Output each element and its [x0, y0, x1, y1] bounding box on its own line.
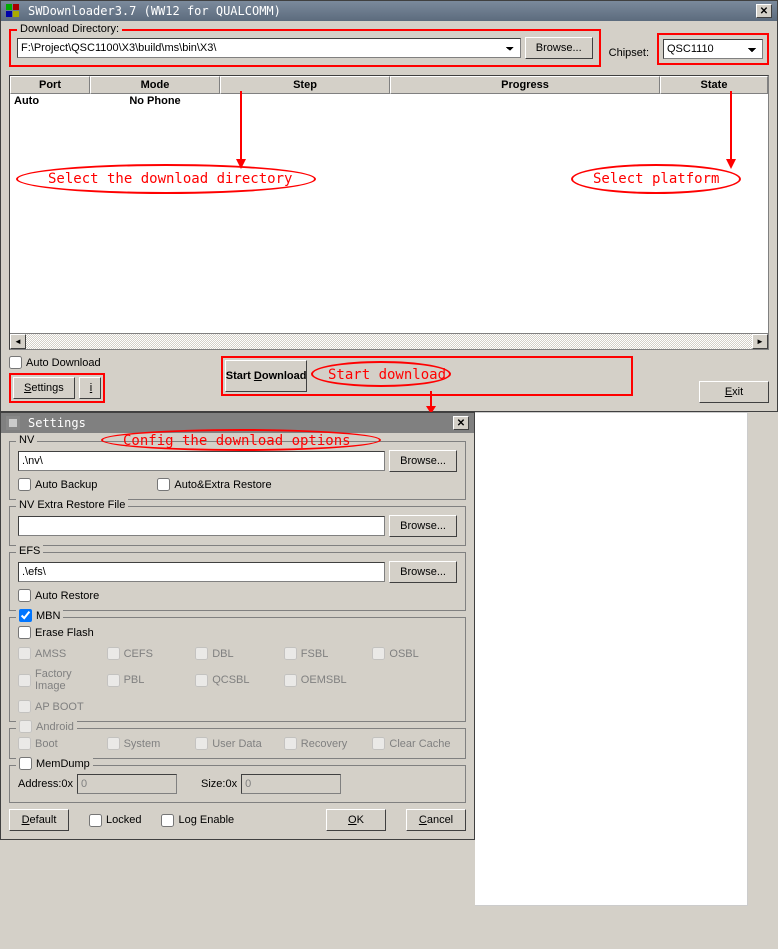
device-table: Port Mode Step Progress State Auto No Ph… [9, 75, 769, 350]
horizontal-scrollbar[interactable]: ◄ ► [10, 333, 768, 349]
default-button[interactable]: Default [9, 809, 69, 831]
settings-icon [6, 416, 20, 430]
download-directory-group: Download Directory: F:\Project\QSC1100\X… [9, 29, 601, 67]
chipset-label: Chipset: [609, 47, 649, 67]
efs-path-input[interactable] [18, 562, 385, 582]
nv-extra-legend: NV Extra Restore File [16, 499, 128, 511]
mbn-pbl-checkbox: PBL [107, 668, 192, 692]
efs-browse-button[interactable]: Browse... [389, 561, 457, 583]
settings-button[interactable]: Settings [13, 377, 75, 399]
col-progress[interactable]: Progress [390, 76, 660, 94]
address-input [77, 774, 177, 794]
android-legend-checkbox: Android [16, 720, 77, 733]
cell-mode: No Phone [90, 94, 220, 108]
start-download-button[interactable]: Start Download [225, 360, 308, 392]
android-system-checkbox: System [107, 737, 192, 750]
nv-group: NV Browse... Auto Backup Auto&Extra Rest… [9, 441, 466, 500]
mbn-factory-checkbox: Factory Image [18, 668, 103, 692]
auto-backup-checkbox[interactable]: Auto Backup [18, 478, 97, 491]
android-group: Android Boot System User Data Recovery C… [9, 728, 466, 759]
locked-checkbox[interactable]: Locked [89, 814, 141, 827]
mbn-apboot-checkbox: AP BOOT [18, 700, 103, 713]
mbn-cefs-checkbox: CEFS [107, 647, 192, 660]
nv-browse-button[interactable]: Browse... [389, 450, 457, 472]
efs-auto-restore-checkbox[interactable]: Auto Restore [18, 589, 99, 602]
mbn-fsbl-checkbox: FSBL [284, 647, 369, 660]
memdump-legend-checkbox[interactable]: MemDump [16, 757, 93, 770]
main-window: SWDownloader3.7 (WW12 for QUALCOMM) ✕ Do… [0, 0, 778, 412]
mbn-amss-checkbox: AMSS [18, 647, 103, 660]
col-mode[interactable]: Mode [90, 76, 220, 94]
download-directory-select[interactable]: F:\Project\QSC1100\X3\build\ms\bin\X3\ [17, 38, 521, 58]
col-port[interactable]: Port [10, 76, 90, 94]
info-button[interactable]: i [79, 377, 101, 399]
auto-extra-restore-checkbox[interactable]: Auto&Extra Restore [157, 478, 271, 491]
android-userdata-checkbox: User Data [195, 737, 280, 750]
scroll-left-icon[interactable]: ◄ [10, 334, 26, 349]
auto-download-checkbox[interactable]: Auto Download [9, 356, 105, 369]
main-titlebar[interactable]: SWDownloader3.7 (WW12 for QUALCOMM) ✕ [1, 1, 777, 21]
close-icon[interactable]: ✕ [756, 4, 772, 18]
memdump-group: MemDump Address:0x Size:0x [9, 765, 466, 803]
nv-extra-browse-button[interactable]: Browse... [389, 515, 457, 537]
table-header: Port Mode Step Progress State [10, 76, 768, 94]
scroll-right-icon[interactable]: ► [752, 334, 768, 349]
mbn-dbl-checkbox: DBL [195, 647, 280, 660]
android-boot-checkbox: Boot [18, 737, 103, 750]
size-label: Size:0x [201, 778, 237, 790]
settings-close-icon[interactable]: ✕ [453, 416, 469, 430]
blank-panel [475, 412, 748, 906]
cancel-button[interactable]: Cancel [406, 809, 466, 831]
nv-extra-path-input[interactable] [18, 516, 385, 536]
nv-extra-group: NV Extra Restore File Browse... [9, 506, 466, 546]
mbn-legend-checkbox[interactable]: MBN [16, 609, 63, 622]
browse-download-dir-button[interactable]: Browse... [525, 37, 593, 59]
cell-state [660, 94, 768, 108]
download-directory-label: Download Directory: [17, 23, 122, 35]
table-row[interactable]: Auto No Phone [10, 94, 768, 108]
col-step[interactable]: Step [220, 76, 390, 94]
settings-title: Settings [28, 416, 86, 430]
settings-titlebar[interactable]: Settings ✕ [1, 413, 474, 433]
chipset-select[interactable]: QSC1110 [663, 39, 763, 59]
erase-flash-checkbox[interactable]: Erase Flash [18, 626, 457, 639]
cell-progress [390, 94, 660, 108]
mbn-group: MBN Erase Flash AMSS CEFS DBL FSBL OSBL … [9, 617, 466, 722]
mbn-osbl-checkbox: OSBL [372, 647, 457, 660]
size-input [241, 774, 341, 794]
efs-group: EFS Browse... Auto Restore [9, 552, 466, 611]
log-enable-checkbox[interactable]: Log Enable [161, 814, 234, 827]
cell-step [220, 94, 390, 108]
android-clearcache-checkbox: Clear Cache [372, 737, 457, 750]
cell-port: Auto [10, 94, 90, 108]
scroll-track[interactable] [26, 334, 752, 349]
nv-legend: NV [16, 434, 37, 446]
ok-button[interactable]: OK [326, 809, 386, 831]
mbn-qcsbl-checkbox: QCSBL [195, 668, 280, 692]
exit-button[interactable]: Exit [699, 381, 769, 403]
mbn-oemsbl-checkbox: OEMSBL [284, 668, 369, 692]
app-icon [6, 4, 20, 18]
nv-path-input[interactable] [18, 451, 385, 471]
chipset-box: QSC1110 [657, 33, 769, 65]
efs-legend: EFS [16, 545, 43, 557]
window-title: SWDownloader3.7 (WW12 for QUALCOMM) [28, 4, 281, 18]
settings-window: Settings ✕ Config the download options N… [0, 412, 475, 840]
col-state[interactable]: State [660, 76, 768, 94]
address-label: Address:0x [18, 778, 73, 790]
android-recovery-checkbox: Recovery [284, 737, 369, 750]
